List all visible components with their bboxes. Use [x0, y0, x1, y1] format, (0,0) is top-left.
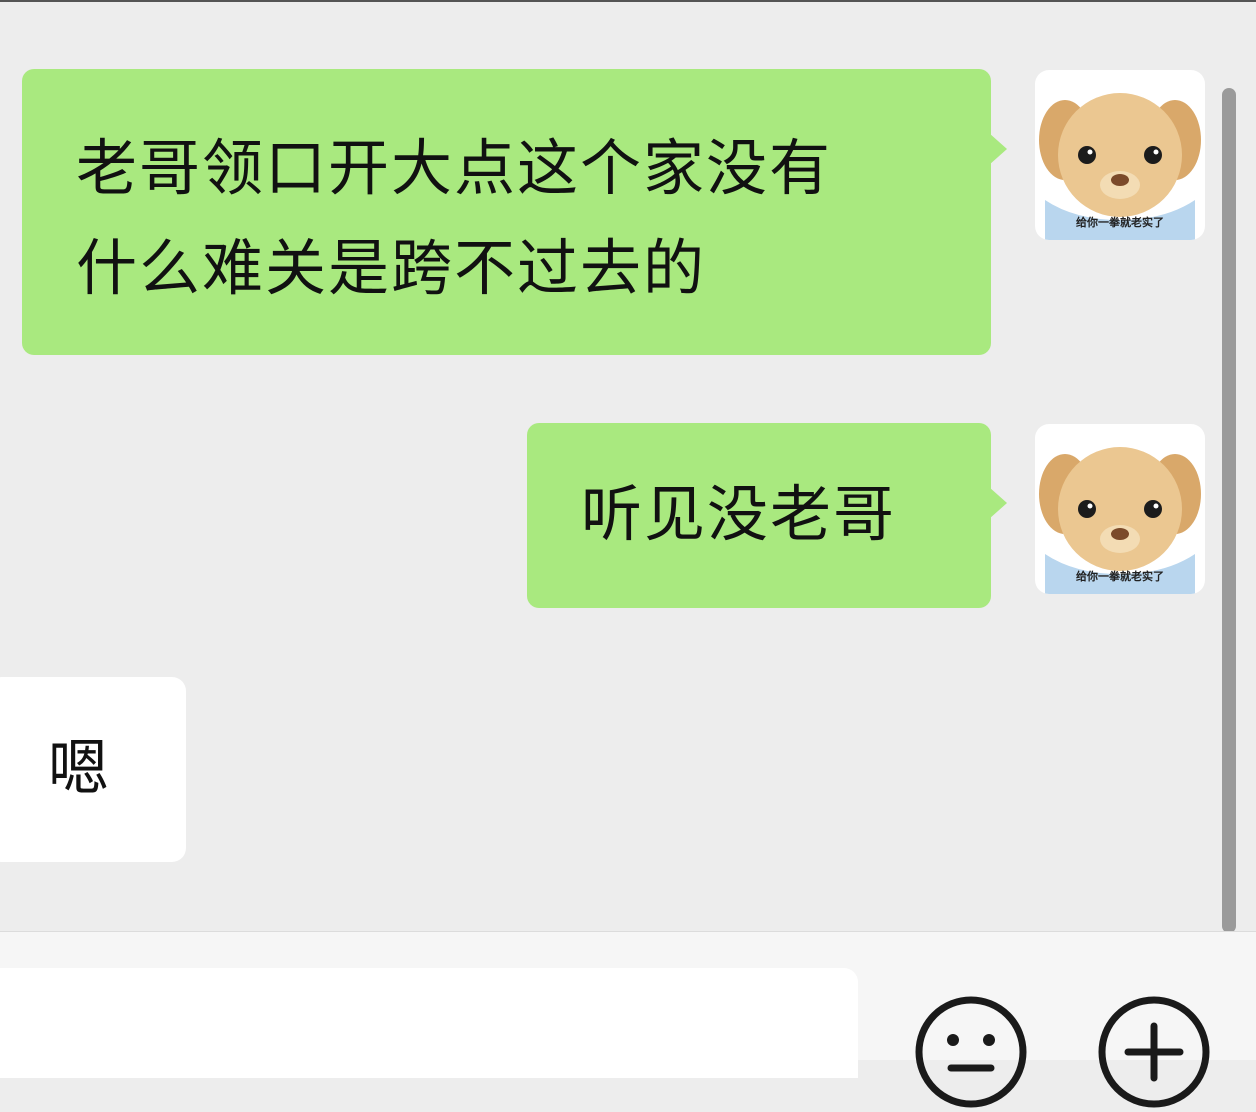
svg-text:给你一拳就老实了: 给你一拳就老实了 [1076, 215, 1164, 229]
message-input[interactable] [0, 968, 858, 1078]
svg-text:给你一拳就老实了: 给你一拳就老实了 [1076, 569, 1164, 583]
message-text: 老哥领口开大点这个家没有 什么难关是跨不过去的 [76, 133, 833, 304]
my-avatar[interactable]: 给你一拳就老实了 [1035, 70, 1205, 240]
teddy-bear-avatar-icon: 给你一拳就老实了 [1039, 93, 1201, 240]
outgoing-message-bubble[interactable]: 老哥领口开大点这个家没有 什么难关是跨不过去的 [22, 69, 1007, 355]
input-bar [0, 931, 1256, 1108]
message-text: 听见没老哥 [581, 479, 897, 550]
message-text: 嗯 [48, 733, 112, 804]
add-button[interactable] [1098, 996, 1210, 1108]
incoming-message-bubble[interactable]: 嗯 [0, 677, 186, 862]
emoji-icon [915, 996, 1027, 1108]
teddy-bear-avatar-icon: 给你一拳就老实了 [1039, 447, 1201, 594]
bubble-tail [989, 133, 1007, 165]
outgoing-message-bubble[interactable]: 听见没老哥 [527, 423, 1007, 608]
bubble-tail [989, 487, 1007, 519]
my-avatar[interactable]: 给你一拳就老实了 [1035, 424, 1205, 594]
chat-message-area[interactable]: 老哥领口开大点这个家没有 什么难关是跨不过去的 给你一拳就老实了 听见没老哥 给… [0, 2, 1256, 933]
emoji-button[interactable] [915, 996, 1027, 1108]
plus-icon [1098, 996, 1210, 1108]
chat-scrollbar[interactable] [1222, 88, 1236, 933]
